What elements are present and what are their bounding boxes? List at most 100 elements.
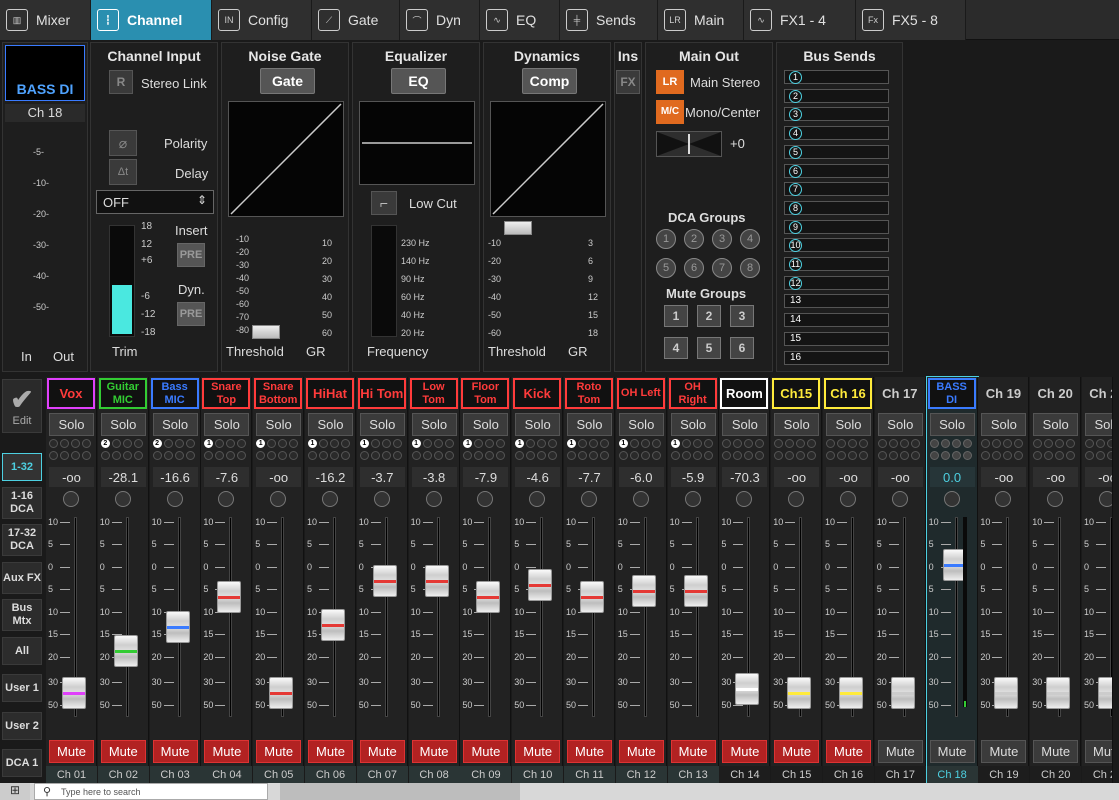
dyn-pre-button[interactable]: PRE	[177, 302, 205, 326]
mute-button[interactable]: Mute	[100, 740, 146, 763]
mute-button[interactable]: Mute	[981, 740, 1027, 763]
mute-button[interactable]: Mute	[411, 740, 457, 763]
channel-name-label[interactable]: HiHat	[306, 378, 354, 409]
solo-button[interactable]: Solo	[722, 413, 768, 436]
bus-send-3[interactable]: 3	[784, 107, 889, 122]
mute-button[interactable]: Mute	[359, 740, 405, 763]
pan-knob[interactable]	[840, 491, 856, 507]
nav-1-16-dca[interactable]: 1-16 DCA	[2, 487, 42, 519]
channel-fader[interactable]	[890, 677, 915, 709]
pan-knob[interactable]	[995, 491, 1012, 507]
solo-button[interactable]: Solo	[411, 413, 457, 436]
bus-send-1[interactable]: 1	[784, 70, 889, 84]
dca-group-5-button[interactable]: 5	[656, 258, 676, 278]
stereo-link-button[interactable]: R	[109, 70, 133, 94]
bus-send-15[interactable]: 15	[784, 331, 889, 346]
pan-knob[interactable]	[788, 491, 805, 507]
channel-fader[interactable]	[165, 611, 190, 643]
channel-fader[interactable]	[683, 575, 708, 607]
dca-group-6-button[interactable]: 6	[684, 258, 704, 278]
solo-button[interactable]: Solo	[100, 413, 146, 436]
channel-name-label[interactable]: Guitar MIC	[98, 378, 147, 409]
tab-mixer[interactable]: ▥ Mixer	[0, 0, 91, 40]
solo-button[interactable]: Solo	[359, 413, 405, 436]
nav-1-32[interactable]: 1-32	[2, 453, 42, 481]
pan-knob[interactable]	[322, 491, 338, 507]
tab-main[interactable]: LR Main	[658, 0, 744, 40]
channel-name-label[interactable]: Snare Bottom	[254, 378, 303, 409]
tab-channel[interactable]: ┇ Channel	[91, 0, 212, 40]
pan-knob[interactable]	[632, 491, 649, 507]
channel-name-label[interactable]: Ch 21	[1083, 378, 1112, 409]
nav-bus-mtx[interactable]: Bus Mtx	[2, 599, 42, 631]
solo-button[interactable]: Solo	[1085, 413, 1112, 436]
tab-dyn[interactable]: ⌒ Dyn	[400, 0, 480, 40]
bus-send-5[interactable]: 5	[784, 144, 889, 159]
comp-button[interactable]: Comp	[522, 68, 577, 94]
eq-graph[interactable]	[359, 101, 475, 185]
nav-all[interactable]: All	[2, 637, 42, 665]
mute-button[interactable]: Mute	[1033, 740, 1079, 763]
channel-fader[interactable]	[631, 575, 656, 607]
comp-threshold-handle[interactable]	[504, 221, 532, 235]
mute-button[interactable]: Mute	[256, 740, 302, 763]
pan-knob[interactable]	[166, 491, 183, 507]
pan-knob[interactable]	[270, 491, 287, 507]
pan-knob[interactable]	[477, 491, 494, 507]
solo-button[interactable]: Solo	[152, 413, 198, 436]
mute-button[interactable]: Mute	[567, 740, 612, 763]
bus-send-16[interactable]: 16	[784, 350, 889, 365]
channel-name-label[interactable]: Room	[720, 378, 769, 409]
bus-send-10[interactable]: 10	[784, 238, 889, 253]
channel-name-label[interactable]: OH Right	[668, 378, 717, 409]
channel-name-label[interactable]: Roto Tom	[565, 378, 613, 409]
polarity-button[interactable]: ⌀	[109, 130, 137, 156]
tab-sends[interactable]: ╪ Sends	[560, 0, 658, 40]
taskbar-search-input[interactable]: ⚲ Type here to search	[34, 783, 268, 800]
pan-knob[interactable]	[891, 491, 908, 507]
mute-button[interactable]: Mute	[1085, 740, 1112, 763]
bus-send-14[interactable]: 14	[784, 313, 889, 328]
dca-group-1-button[interactable]: 1	[656, 229, 676, 249]
solo-button[interactable]: Solo	[256, 413, 302, 436]
mute-button[interactable]: Mute	[152, 740, 198, 763]
solo-button[interactable]: Solo	[204, 413, 250, 436]
mute-button[interactable]: Mute	[463, 740, 509, 763]
nav-17-32-dca[interactable]: 17-32 DCA	[2, 524, 42, 556]
channel-name-label[interactable]: Ch 19	[979, 378, 1028, 409]
channel-fader[interactable]	[1098, 677, 1112, 709]
solo-button[interactable]: Solo	[981, 413, 1027, 436]
channel-name-label[interactable]: Low Tom	[409, 378, 458, 409]
nav-aux-fx[interactable]: Aux FX	[2, 562, 42, 594]
mute-button[interactable]: Mute	[826, 740, 871, 763]
main-mc-button[interactable]: M/C	[656, 100, 684, 124]
mute-group-4-button[interactable]: 4	[664, 337, 688, 359]
channel-fader[interactable]	[424, 565, 449, 597]
mute-button[interactable]: Mute	[49, 740, 94, 763]
mute-button[interactable]: Mute	[670, 740, 716, 763]
channel-name-label[interactable]: Floor Tom	[461, 378, 510, 409]
solo-button[interactable]: Solo	[1033, 413, 1079, 436]
solo-button[interactable]: Solo	[826, 413, 871, 436]
mute-button[interactable]: Mute	[204, 740, 250, 763]
mute-button[interactable]: Mute	[308, 740, 353, 763]
nav-user-1[interactable]: User 1	[2, 674, 42, 702]
channel-name-label[interactable]: Kick	[513, 378, 562, 409]
mute-group-6-button[interactable]: 6	[730, 337, 754, 359]
solo-button[interactable]: Solo	[618, 413, 664, 436]
pan-knob[interactable]	[114, 491, 131, 507]
solo-button[interactable]: Solo	[774, 413, 820, 436]
channel-name-label[interactable]: Hi Tom	[357, 378, 406, 409]
solo-button[interactable]: Solo	[877, 413, 923, 436]
nav-dca-1[interactable]: DCA 1	[2, 749, 42, 777]
bus-send-8[interactable]: 8	[784, 200, 889, 215]
solo-button[interactable]: Solo	[515, 413, 561, 436]
dca-group-3-button[interactable]: 3	[712, 229, 732, 249]
mute-button[interactable]: Mute	[929, 740, 975, 763]
bus-send-6[interactable]: 6	[784, 163, 889, 178]
gate-threshold-handle[interactable]	[252, 325, 280, 339]
channel-name-label[interactable]: OH Left	[616, 378, 665, 409]
bus-send-13[interactable]: 13	[784, 294, 889, 309]
dca-group-7-button[interactable]: 7	[712, 258, 732, 278]
channel-name-label[interactable]: Ch15	[772, 378, 821, 409]
